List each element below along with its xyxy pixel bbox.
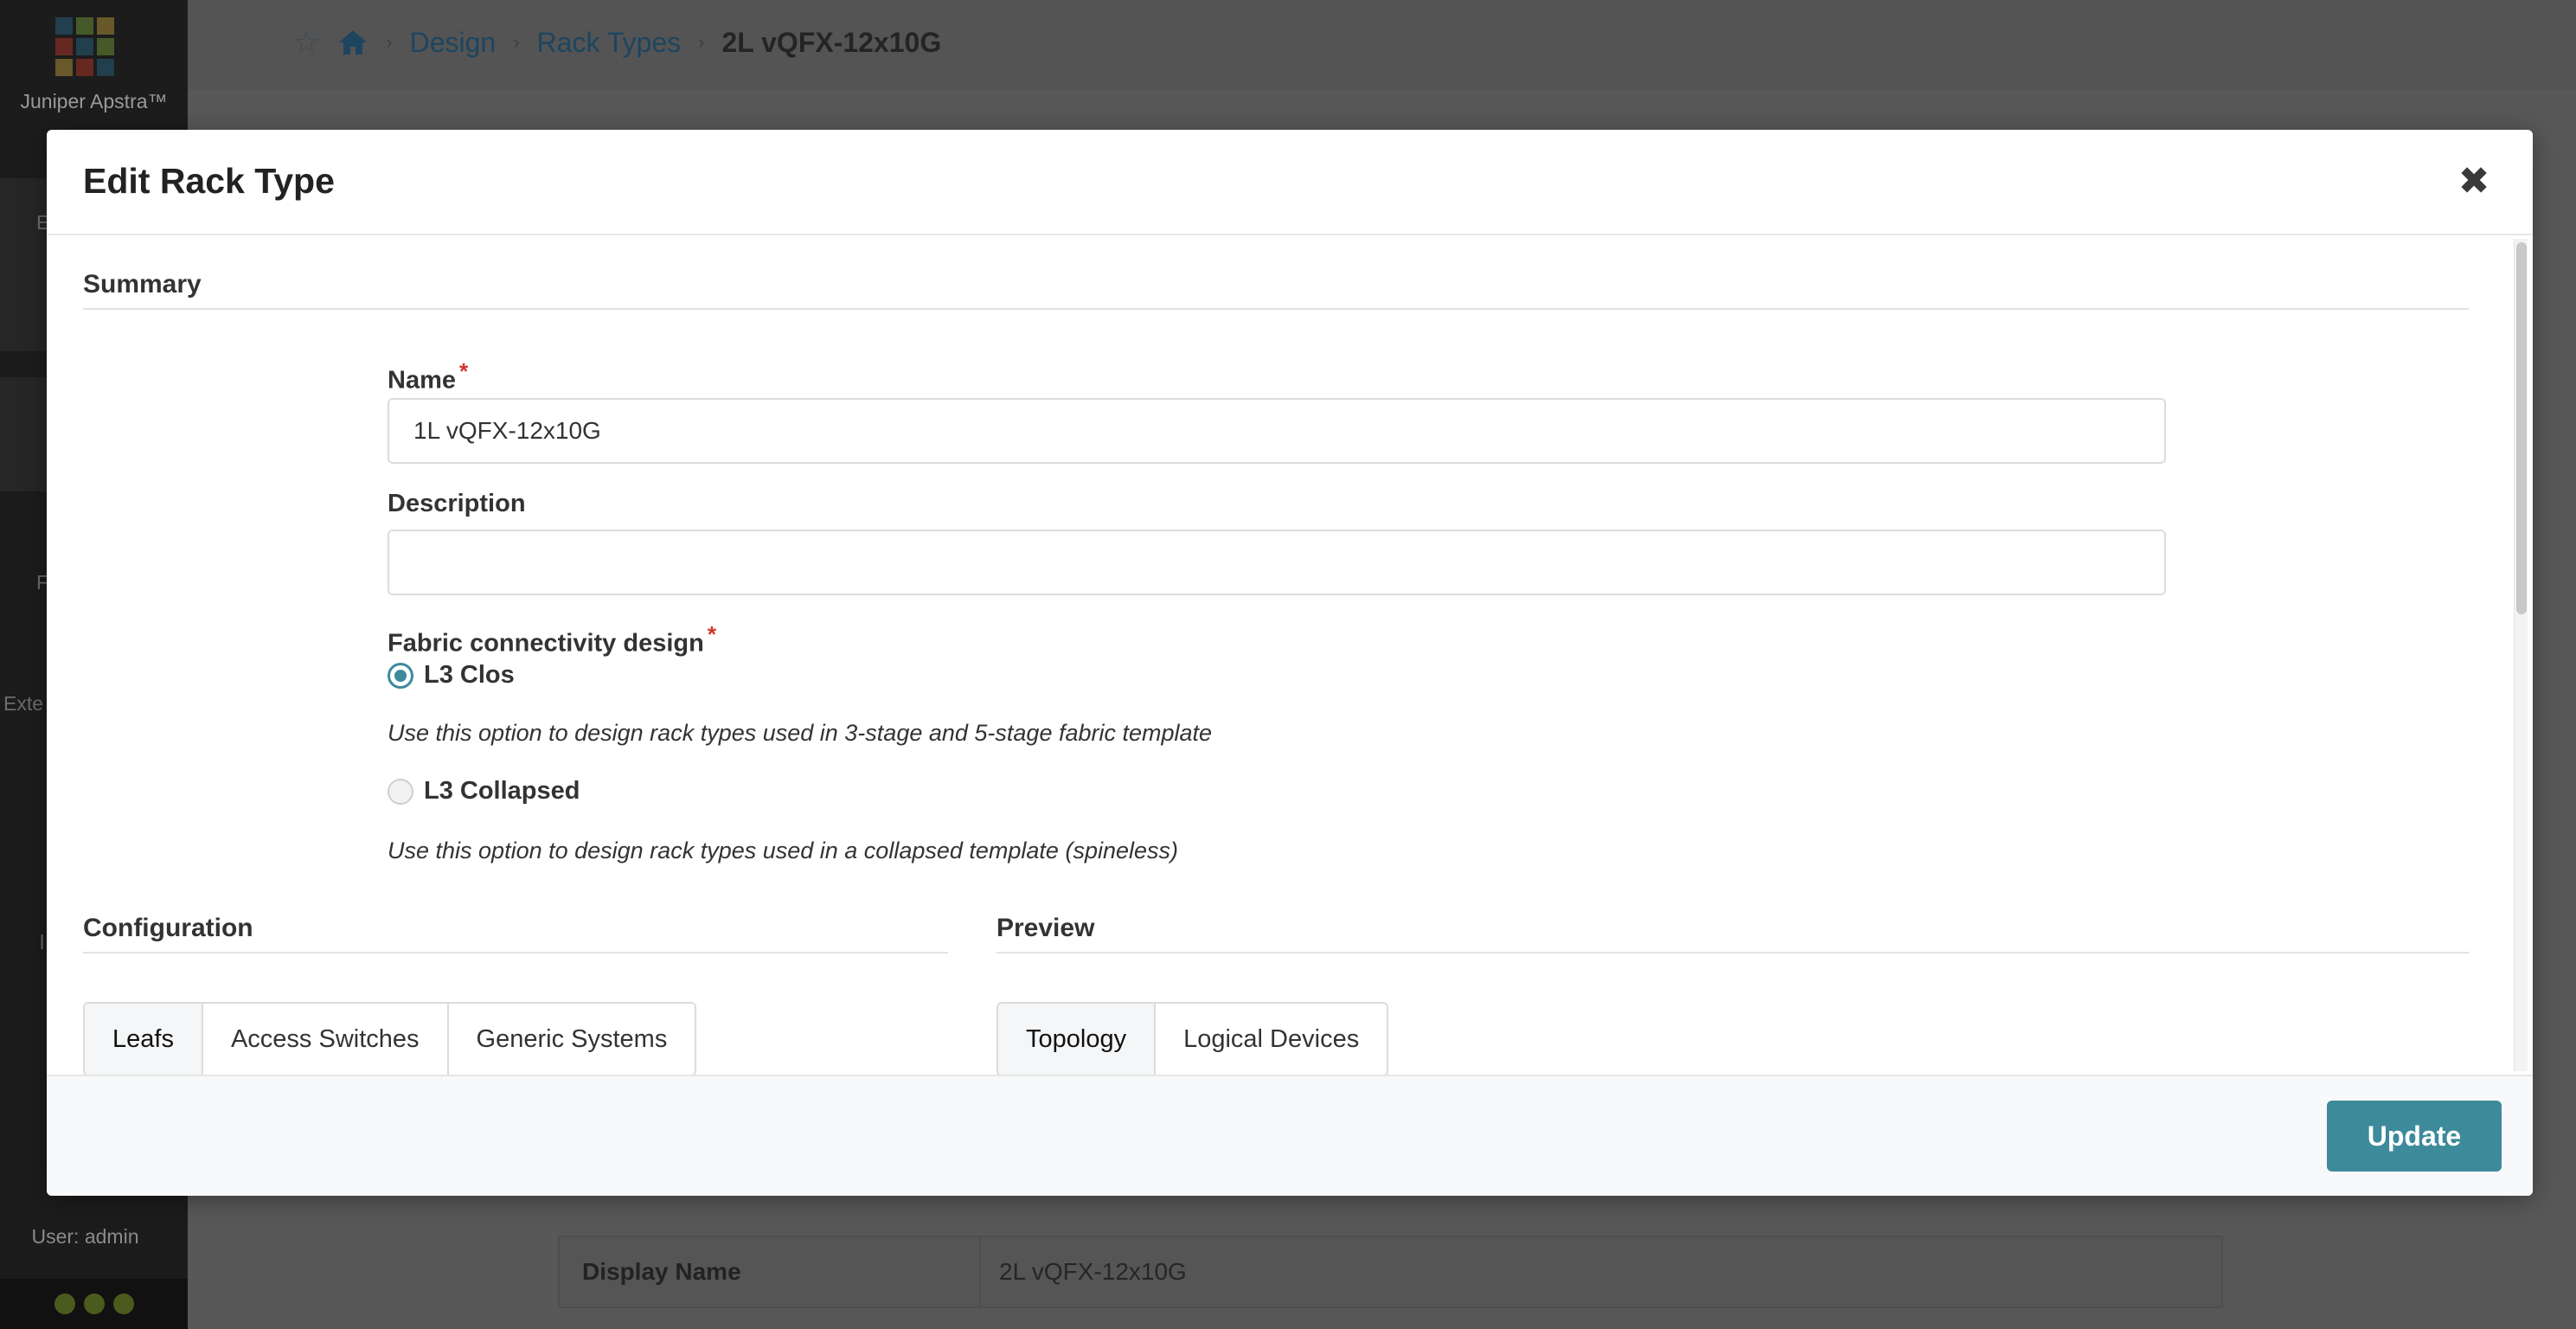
breadcrumb-current: 2L vQFX-12x10G [721, 26, 942, 58]
description-input[interactable] [388, 530, 2166, 595]
chevron-right-icon: › [698, 31, 705, 53]
close-icon[interactable]: ✖ [2457, 163, 2491, 201]
modal-body: Summary Name* Description Fabric connect… [47, 235, 2533, 1075]
modal-header: Edit Rack Type ✖ [47, 130, 2533, 235]
description-label: Description [388, 490, 526, 517]
radio-label: L3 Collapsed [424, 777, 580, 805]
chevron-right-icon: › [513, 31, 520, 53]
section-divider [83, 952, 948, 953]
tab-generic-systems[interactable]: Generic Systems [448, 1004, 695, 1075]
l3-collapsed-hint: Use this option to design rack types use… [388, 838, 1178, 864]
summary-heading: Summary [83, 270, 202, 299]
l3-clos-hint: Use this option to design rack types use… [388, 720, 1213, 746]
logo-text: Juniper Apstra™ [20, 90, 168, 112]
property-value: 2L vQFX-12x10G [999, 1258, 1187, 1285]
scrollbar-thumb[interactable] [2516, 242, 2527, 614]
modal-title: Edit Rack Type [83, 161, 335, 201]
chevron-right-icon: › [386, 31, 393, 53]
home-icon[interactable] [337, 29, 368, 56]
preview-tabs: Topology Logical Devices [996, 1002, 1389, 1075]
tab-leafs[interactable]: Leafs [85, 1004, 203, 1075]
section-divider [83, 308, 2469, 310]
property-label: Display Name [582, 1258, 741, 1285]
modal-scrollbar[interactable] [2514, 239, 2528, 1071]
tab-logical-devices[interactable]: Logical Devices [1156, 1004, 1387, 1075]
radio-button[interactable] [388, 778, 413, 805]
breadcrumb-link-design[interactable]: Design [410, 27, 497, 59]
radio-l3-collapsed[interactable]: L3 Collapsed [388, 777, 580, 806]
sidebar-item-label[interactable]: Exte [3, 692, 43, 716]
configuration-tabs: Leafs Access Switches Generic Systems [83, 1002, 697, 1075]
section-divider [996, 952, 2469, 953]
radio-l3-clos[interactable]: L3 Clos [388, 661, 515, 690]
properties-table: Display Name 2L vQFX-12x10G [558, 1236, 2223, 1310]
tab-access-switches[interactable]: Access Switches [202, 1004, 449, 1075]
user-label[interactable]: User: admin [0, 1225, 170, 1249]
required-asterisk: * [459, 358, 469, 384]
star-icon[interactable]: ☆ [292, 24, 320, 61]
name-label: Name * [388, 358, 469, 395]
required-asterisk: * [707, 621, 716, 647]
radio-label: L3 Clos [424, 661, 515, 689]
status-dots [0, 1279, 188, 1329]
edit-rack-type-modal: Edit Rack Type ✖ Summary Name* Descripti… [47, 130, 2533, 1196]
radio-button[interactable] [388, 662, 413, 689]
name-input[interactable] [388, 398, 2166, 464]
breadcrumb-link-rack-types[interactable]: Rack Types [537, 27, 682, 59]
apstra-logo-icon [55, 17, 114, 76]
sidebar-item-label[interactable]: l [40, 931, 44, 954]
fabric-design-label: Fabric connectivity design * [388, 621, 716, 658]
cell-divider [979, 1237, 981, 1310]
breadcrumb: ☆ › Design › Rack Types › 2L vQFX-12x10G [292, 24, 941, 61]
configuration-heading: Configuration [83, 914, 253, 942]
tab-topology[interactable]: Topology [998, 1004, 1157, 1075]
preview-heading: Preview [996, 914, 1095, 942]
modal-footer: Update [47, 1075, 2533, 1196]
update-button[interactable]: Update [2327, 1101, 2502, 1172]
